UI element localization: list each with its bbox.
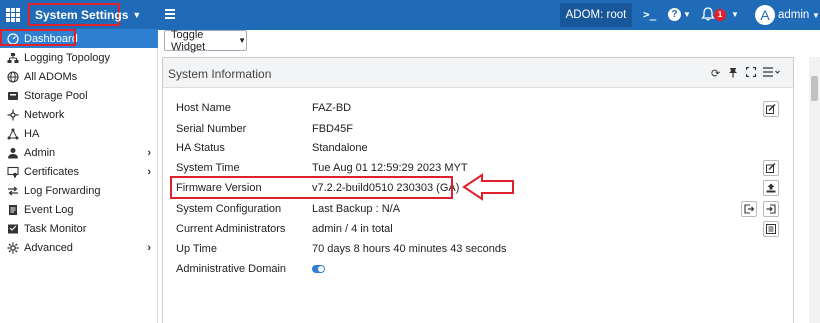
system-configuration-value: Last Backup : N/A bbox=[312, 203, 401, 215]
toggle-widget-label: Toggle Widget bbox=[171, 28, 206, 53]
host-name-value: FAZ-BD bbox=[312, 102, 352, 114]
sidebar-item-ha[interactable]: HA bbox=[0, 124, 158, 143]
scrollbar-thumb[interactable] bbox=[811, 76, 818, 101]
upload-icon bbox=[766, 183, 776, 193]
adom-selector-button[interactable]: ADOM: root bbox=[560, 3, 632, 27]
refresh-icon[interactable]: ⟳ bbox=[711, 67, 720, 80]
left-arrow-annotation-icon bbox=[462, 173, 514, 201]
cli-console-icon[interactable]: >_ bbox=[643, 8, 656, 21]
chevron-down-icon: ▼ bbox=[132, 9, 142, 20]
sidebar-item-admin[interactable]: Admin › bbox=[0, 143, 158, 162]
host-name-label: Host Name bbox=[176, 102, 232, 114]
chevron-down-icon[interactable]: ▼ bbox=[731, 10, 739, 19]
top-navigation-bar: System Settings ▼ ADOM: root >_ ? ▼ 1 ▼ … bbox=[0, 0, 820, 30]
widget-header: System Information ⟳ bbox=[163, 58, 793, 88]
sidebar-item-label: Advanced bbox=[24, 241, 73, 254]
sidebar-item-task-monitor[interactable]: Task Monitor bbox=[0, 219, 158, 238]
ha-status-value: Standalone bbox=[312, 142, 368, 154]
app-menu-label: System Settings bbox=[35, 7, 129, 22]
backup-icon bbox=[744, 204, 754, 214]
sidebar-item-certificates[interactable]: Certificates › bbox=[0, 162, 158, 181]
ha-icon bbox=[7, 128, 19, 140]
restore-config-button[interactable] bbox=[763, 201, 779, 217]
sidebar-item-all-adoms[interactable]: All ADOMs bbox=[0, 67, 158, 86]
sidebar-item-label: Network bbox=[24, 108, 65, 121]
avatar[interactable]: A bbox=[755, 5, 775, 25]
chevron-right-icon: › bbox=[147, 146, 151, 159]
current-administrators-label: Current Administrators bbox=[176, 223, 286, 235]
sidebar-item-label: Storage Pool bbox=[24, 89, 88, 102]
restore-icon bbox=[766, 204, 776, 214]
event-log-icon bbox=[7, 204, 19, 216]
user-name[interactable]: admin bbox=[778, 9, 809, 21]
chevron-right-icon: › bbox=[147, 165, 151, 178]
system-configuration-label: System Configuration bbox=[176, 203, 282, 215]
expand-icon[interactable] bbox=[745, 66, 757, 80]
administrative-domain-toggle[interactable] bbox=[312, 265, 325, 273]
globe-icon bbox=[7, 70, 19, 83]
administrative-domain-label: Administrative Domain bbox=[176, 263, 287, 275]
ha-status-label: HA Status bbox=[176, 142, 225, 154]
notification-badge: 1 bbox=[714, 9, 726, 21]
backup-config-button[interactable] bbox=[741, 201, 757, 217]
admin-icon bbox=[7, 147, 19, 159]
sidebar-item-storage-pool[interactable]: Storage Pool bbox=[0, 86, 158, 105]
chevron-down-icon: ▼ bbox=[238, 36, 246, 45]
sidebar-item-event-log[interactable]: Event Log bbox=[0, 200, 158, 219]
list-icon bbox=[766, 224, 776, 234]
storage-icon bbox=[7, 90, 19, 102]
edit-host-name-button[interactable] bbox=[763, 101, 779, 117]
dashboard-highlight bbox=[0, 29, 76, 46]
menu-icon[interactable] bbox=[763, 67, 781, 80]
up-time-label: Up Time bbox=[176, 243, 217, 255]
apps-grid-icon[interactable] bbox=[6, 8, 20, 22]
sidebar-item-label: Task Monitor bbox=[24, 222, 87, 235]
edit-system-time-button[interactable] bbox=[763, 160, 779, 176]
topology-icon bbox=[7, 52, 19, 64]
sidebar-item-label: Event Log bbox=[24, 203, 74, 216]
serial-number-label: Serial Number bbox=[176, 123, 247, 135]
sidebar-item-log-forwarding[interactable]: Log Forwarding bbox=[0, 181, 158, 200]
sidebar-item-label: Logging Topology bbox=[24, 51, 111, 64]
chevron-down-icon[interactable]: ▼ bbox=[812, 11, 820, 20]
sidebar-item-label: Certificates bbox=[24, 165, 80, 178]
sidebar-item-label: Log Forwarding bbox=[24, 184, 101, 197]
system-time-value: Tue Aug 01 12:59:29 2023 MYT bbox=[312, 162, 468, 174]
sidebar-item-label: HA bbox=[24, 127, 40, 140]
toggle-widget-button[interactable]: Toggle Widget ▼ bbox=[164, 28, 247, 53]
sidebar-item-label: Admin bbox=[24, 146, 56, 159]
serial-number-value: FBD45F bbox=[312, 123, 353, 135]
edit-icon bbox=[766, 163, 776, 173]
view-administrators-button[interactable] bbox=[763, 221, 779, 237]
pin-icon[interactable] bbox=[728, 67, 738, 81]
sidebar-item-advanced[interactable]: Advanced › bbox=[0, 238, 158, 257]
up-time-value: 70 days 8 hours 40 minutes 43 seconds bbox=[312, 243, 507, 255]
upgrade-firmware-button[interactable] bbox=[763, 180, 779, 196]
system-time-label: System Time bbox=[176, 162, 240, 174]
app-menu-button[interactable]: System Settings ▼ bbox=[28, 3, 141, 26]
chevron-right-icon: › bbox=[147, 241, 151, 254]
sidebar-item-network[interactable]: Network bbox=[0, 105, 158, 124]
network-icon bbox=[7, 109, 19, 121]
widget-title: System Information bbox=[168, 67, 272, 81]
forward-icon bbox=[7, 185, 19, 197]
sidebar-item-logging-topology[interactable]: Logging Topology bbox=[0, 48, 158, 67]
firmware-highlight-box bbox=[170, 176, 453, 199]
help-icon[interactable]: ? bbox=[668, 8, 681, 21]
chevron-down-icon[interactable]: ▼ bbox=[683, 10, 691, 19]
certificate-icon bbox=[7, 166, 19, 178]
edit-icon bbox=[766, 104, 776, 114]
sidebar-item-label: All ADOMs bbox=[24, 70, 78, 83]
advanced-icon bbox=[7, 242, 19, 254]
task-icon bbox=[7, 223, 19, 235]
current-administrators-value: admin / 4 in total bbox=[312, 223, 393, 235]
menu-toggle-icon[interactable] bbox=[165, 9, 175, 21]
